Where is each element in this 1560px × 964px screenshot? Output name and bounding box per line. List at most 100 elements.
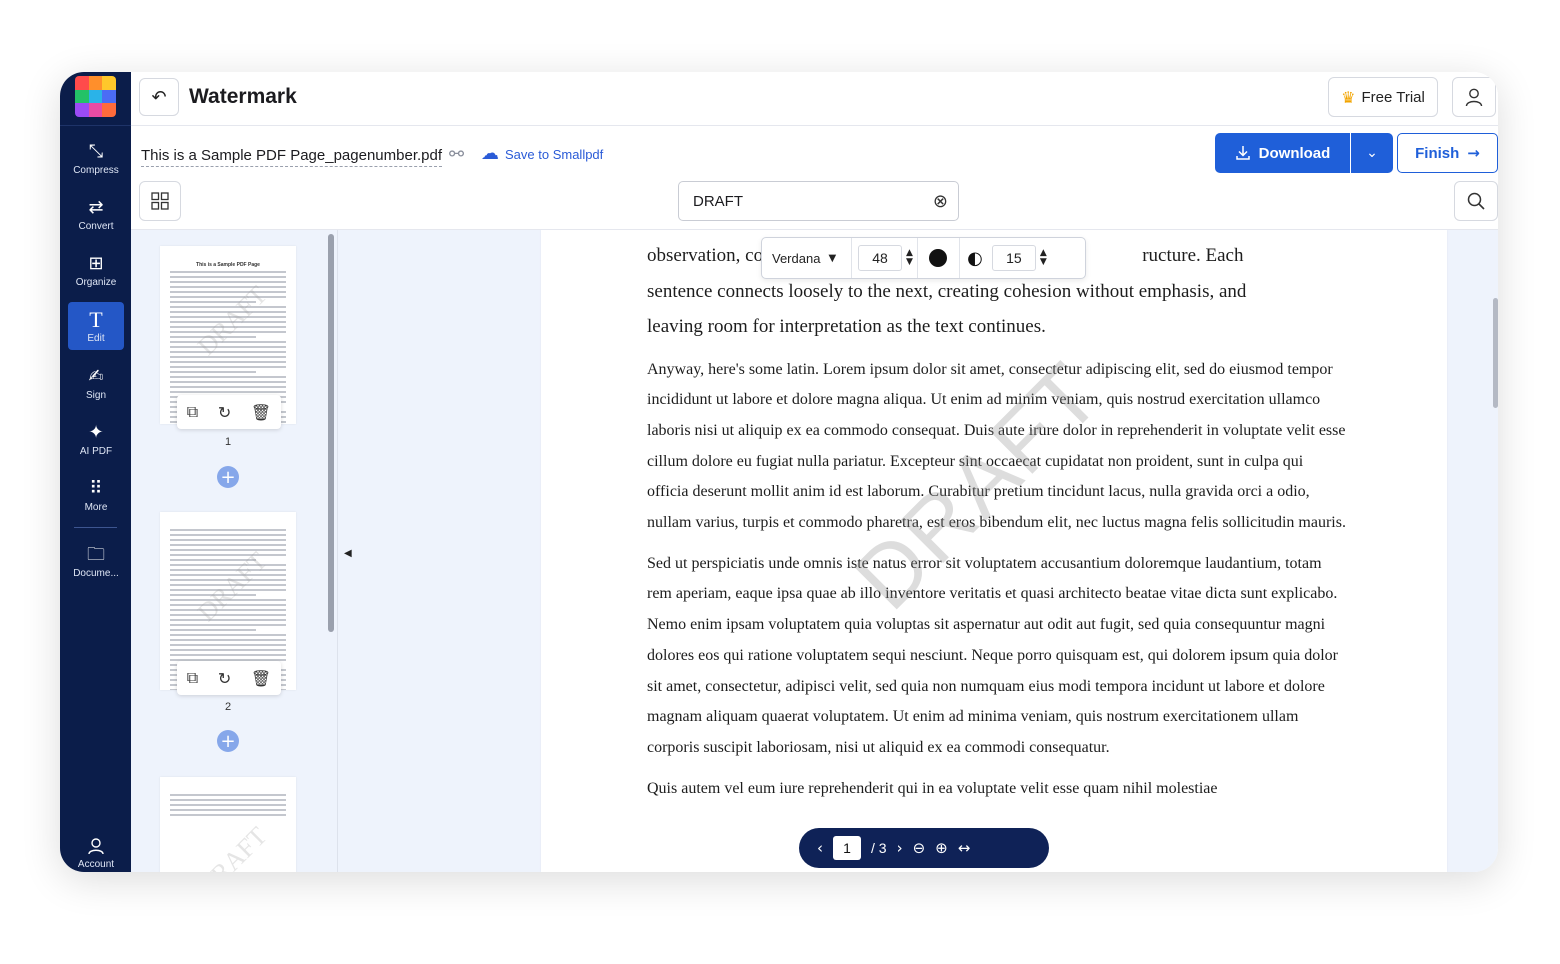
collapse-panel-icon[interactable]: ◀ <box>344 548 352 559</box>
smallpdf-logo[interactable] <box>75 76 116 117</box>
thumbnail-text-line <box>170 634 286 636</box>
previous-page-icon[interactable]: ‹ <box>817 839 823 857</box>
font-family-select[interactable]: Verdana ▼ <box>762 238 852 278</box>
page-navigation: ‹ 1 / 3 › ⊖ ⊕ ↔ <box>799 828 1049 868</box>
folder-icon: 🗀 <box>87 543 105 565</box>
sidebar-item-documents[interactable]: 🗀 Docume... <box>68 537 124 585</box>
thumbnail-text-line <box>170 639 286 641</box>
zoom-in-icon[interactable]: ⊕ <box>935 839 948 857</box>
sidebar-item-more[interactable]: ⠿ More <box>68 471 124 519</box>
sidebar-item-sign[interactable]: ✍ Sign <box>68 359 124 407</box>
add-page-button[interactable]: + <box>217 730 239 752</box>
watermark-text-input[interactable]: DRAFT ⊗ <box>678 181 959 221</box>
sidebar: ⤡ Compress ⇄ Convert ⊞ Organize T Edit ✍… <box>60 72 131 872</box>
opacity-stepper[interactable]: 15 ▲ ▼ <box>990 238 1051 278</box>
current-page-input[interactable]: 1 <box>833 836 861 860</box>
download-button[interactable]: Download <box>1215 133 1350 173</box>
filename[interactable]: This is a Sample PDF Page_pagenumber.pdf <box>141 147 443 167</box>
thumbnail-scrollbar[interactable] <box>328 234 334 632</box>
thumbnail-page-number: 2 <box>224 701 232 713</box>
watermark-style-toolbar: Verdana ▼ 48 ▲ ▼ ◐ 15 ▲ ▼ <box>761 237 1086 279</box>
total-pages: / 3 <box>871 840 887 856</box>
decrement-icon[interactable]: ▼ <box>906 258 913 267</box>
thumbnail-text-line <box>170 614 286 616</box>
thumbnail-text-line <box>170 549 286 551</box>
logo-tile <box>102 103 116 117</box>
finish-button[interactable]: Finish → <box>1397 133 1498 173</box>
thumbnail-text-line <box>170 371 256 373</box>
add-page-button[interactable]: + <box>217 466 239 488</box>
unlink-icon[interactable]: ⚯ <box>449 144 464 165</box>
thumbnail-text-line <box>170 554 286 556</box>
sidebar-item-label: Account <box>77 858 115 870</box>
search-icon <box>1467 192 1485 210</box>
thumbnail-grid-button[interactable] <box>139 181 181 221</box>
free-trial-button[interactable]: ♛ Free Trial <box>1328 77 1438 117</box>
sidebar-item-label: Organize <box>75 276 117 288</box>
thumbnail-text-line <box>170 281 286 283</box>
font-size-stepper[interactable]: 48 ▲ ▼ <box>852 238 918 278</box>
next-page-icon[interactable]: › <box>897 839 903 857</box>
sidebar-item-convert[interactable]: ⇄ Convert <box>68 190 124 238</box>
thumbnail-text-line <box>170 544 286 546</box>
paragraph: Sed ut perspiciatis unde omnis iste natu… <box>647 554 1338 756</box>
duplicate-icon[interactable]: ⧉ <box>187 668 198 688</box>
sidebar-item-edit[interactable]: T Edit <box>68 302 124 350</box>
thumbnail-text-line <box>170 534 286 536</box>
intro-line-end: ructure. Each <box>1142 245 1244 266</box>
logo-tile <box>75 103 89 117</box>
trash-icon[interactable]: 🗑 <box>251 669 271 688</box>
save-to-smallpdf-link[interactable]: ☁ Save to Smallpdf <box>481 143 603 164</box>
thumbnail-text-line <box>170 351 286 353</box>
sidebar-item-label: Sign <box>85 389 106 401</box>
duplicate-icon[interactable]: ⧉ <box>187 402 198 422</box>
thumbnail-text-line <box>170 366 286 368</box>
sparkle-icon: ✦ <box>88 421 104 443</box>
download-label: Download <box>1258 144 1331 162</box>
search-button[interactable] <box>1454 181 1498 221</box>
logo-tile <box>102 76 116 90</box>
download-options-button[interactable]: ⌄ <box>1351 133 1393 173</box>
fit-width-icon[interactable]: ↔ <box>958 839 971 857</box>
color-picker[interactable] <box>918 238 960 278</box>
app-window: ⤡ Compress ⇄ Convert ⊞ Organize T Edit ✍… <box>60 72 1498 872</box>
opacity-value[interactable]: 15 <box>991 245 1036 271</box>
thumbnail-text-line <box>170 381 286 383</box>
cloud-icon: ☁ <box>481 143 499 164</box>
edit-icon: T <box>89 306 103 332</box>
sidebar-item-compress[interactable]: ⤡ Compress <box>68 134 124 182</box>
sidebar-item-account[interactable]: Account <box>68 828 124 872</box>
organize-icon: ⊞ <box>88 252 104 274</box>
thumbnail-page-number: 1 <box>224 436 232 448</box>
rotate-icon[interactable]: ↻ <box>218 669 231 688</box>
sidebar-item-ai-pdf[interactable]: ✦ AI PDF <box>68 415 124 463</box>
plus-icon: + <box>220 466 236 488</box>
rotate-icon[interactable]: ↻ <box>218 403 231 422</box>
zoom-out-icon[interactable]: ⊖ <box>913 839 926 857</box>
decrement-icon[interactable]: ▼ <box>1040 258 1047 267</box>
compress-icon: ⤡ <box>88 140 104 162</box>
thumbnail-text-line <box>170 391 286 393</box>
page-scrollbar[interactable] <box>1493 298 1498 408</box>
thumbnail-text-line <box>170 361 286 363</box>
free-trial-label: Free Trial <box>1361 88 1425 106</box>
thumbnail-text-line <box>170 376 286 378</box>
undo-button[interactable]: ↶ <box>139 78 179 116</box>
font-size-value[interactable]: 48 <box>858 245 902 271</box>
user-icon <box>1465 88 1483 107</box>
logo-tile <box>75 89 89 104</box>
sidebar-item-organize[interactable]: ⊞ Organize <box>68 246 124 294</box>
page-thumbnail-3[interactable]: DRAFT <box>160 777 296 872</box>
thumbnail-text-line <box>170 799 286 801</box>
logo-tile <box>88 103 103 117</box>
caret-down-icon: ▼ <box>828 252 837 264</box>
page-title: Watermark <box>189 85 297 108</box>
clear-icon[interactable]: ⊗ <box>933 191 948 212</box>
account-button[interactable] <box>1452 77 1496 117</box>
opacity-icon: ◐ <box>967 247 983 269</box>
trash-icon[interactable]: 🗑 <box>251 403 271 422</box>
thumbnail-text-line <box>170 271 286 273</box>
thumbnail-text-line <box>170 539 286 541</box>
sign-icon: ✍ <box>88 365 104 387</box>
thumbnail-text-line <box>170 624 286 626</box>
